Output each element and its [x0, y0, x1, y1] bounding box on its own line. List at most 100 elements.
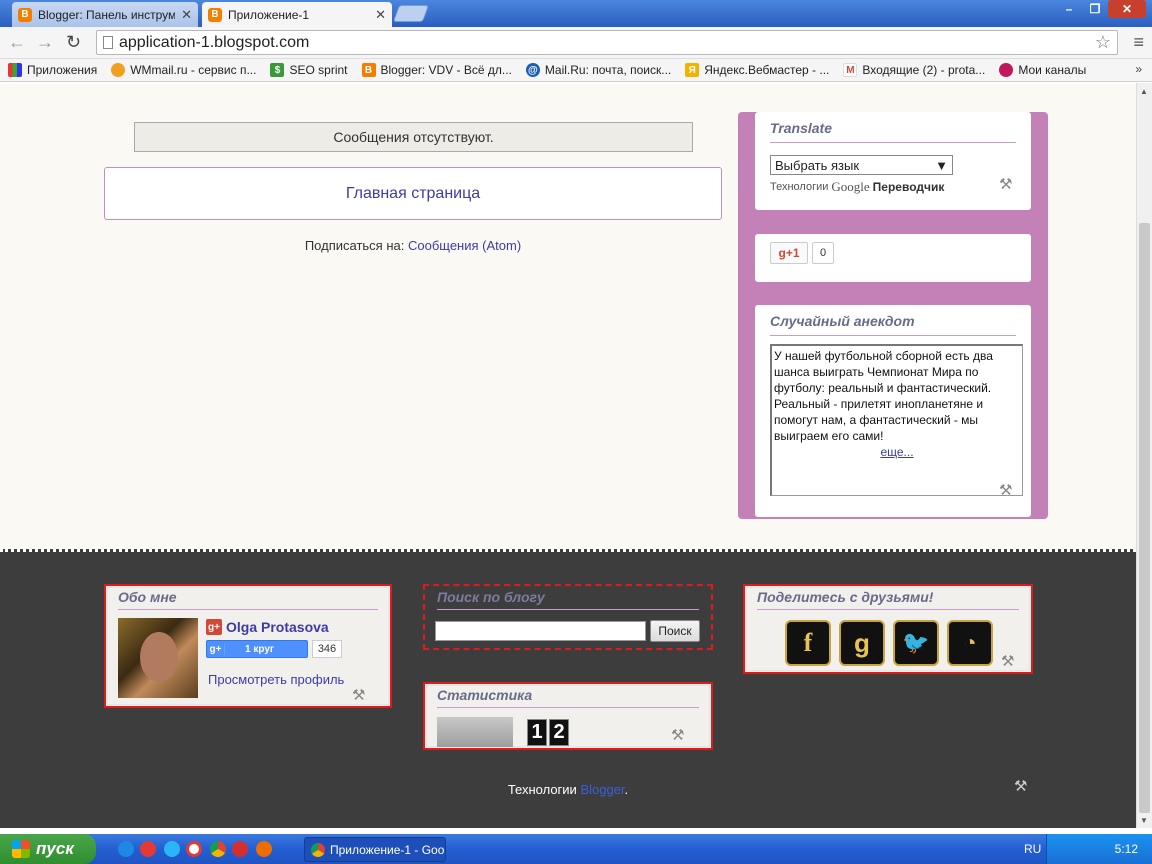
- chrome-icon: [311, 842, 325, 857]
- close-tab-icon[interactable]: ✕: [375, 7, 386, 23]
- language-select-value: Выбрать язык: [775, 157, 860, 173]
- facebook-icon[interactable]: f: [785, 620, 831, 666]
- seo-sprint-icon: $: [270, 63, 285, 77]
- add-to-circles-button[interactable]: g+ 1 круг: [206, 640, 308, 658]
- forward-icon[interactable]: →: [36, 32, 54, 53]
- powered-by-line: Технологии Blogger.: [0, 782, 1136, 797]
- atom-feed-link[interactable]: Сообщения (Atom): [408, 238, 521, 253]
- chrome-icon[interactable]: [210, 841, 226, 857]
- tab-blogger-dashboard[interactable]: B Blogger: Панель инструмен ✕: [12, 2, 198, 27]
- bookmark-star-icon[interactable]: ☆: [1095, 32, 1111, 53]
- browser-quicklaunch-icon[interactable]: [140, 841, 156, 857]
- bookmark-label: Мои каналы: [1018, 63, 1087, 77]
- powered-by-suffix: .: [624, 782, 629, 797]
- bookmarks-bar: Приложения WMmail.ru - сервис п... $ SEO…: [0, 59, 1152, 82]
- bookmark-blogger-vdv[interactable]: B Blogger: VDV - Всё дл...: [361, 63, 512, 77]
- page-viewport: Сообщения отсутствуют. Главная страница …: [0, 83, 1136, 828]
- opera-icon[interactable]: [232, 841, 248, 857]
- google-icon[interactable]: g: [839, 620, 885, 666]
- share-widget: Поделитесь с друзьями! f g 🐦 ◔ ⚒: [743, 584, 1033, 674]
- start-button[interactable]: пуск: [0, 834, 96, 864]
- bookmark-mailru[interactable]: @ Mail.Ru: почта, поиск...: [525, 63, 672, 77]
- reload-icon[interactable]: ↻: [66, 32, 81, 53]
- page-scrollbar[interactable]: ▲ ▼: [1136, 83, 1152, 828]
- taskbar-window-button[interactable]: Приложение-1 - Goo...: [304, 837, 446, 862]
- footer: Обо мне g+ Olga Protasova g+ 1 круг 346 …: [0, 549, 1136, 828]
- edit-wrench-icon[interactable]: ⚒: [999, 175, 1012, 193]
- mailru-icon: @: [525, 63, 540, 77]
- bookmark-apps[interactable]: Приложения: [8, 63, 97, 77]
- apps-grid-icon: [8, 63, 22, 77]
- powered-by-prefix: Технологии: [507, 782, 577, 797]
- yandex-browser-icon[interactable]: [186, 841, 202, 857]
- tab-title: Blogger: Панель инструмен: [38, 7, 176, 22]
- address-url: application-1.blogspot.com: [119, 33, 310, 51]
- view-profile-link[interactable]: Просмотреть профиль: [208, 672, 344, 687]
- home-page-link[interactable]: Главная страница: [346, 185, 480, 203]
- about-me-widget: Обо мне g+ Olga Protasova g+ 1 круг 346 …: [104, 584, 392, 708]
- translate-widget: Translate Выбрать язык ▼ Технологии Goog…: [755, 112, 1031, 210]
- counter-digit: 2: [549, 719, 569, 746]
- minimize-icon[interactable]: –: [1056, 0, 1082, 18]
- gplus-widget: g+1 0: [755, 234, 1031, 282]
- back-icon[interactable]: ←: [8, 32, 26, 53]
- close-tab-icon[interactable]: ✕: [181, 7, 192, 23]
- input-language[interactable]: RU: [1024, 842, 1041, 856]
- page-icon: [103, 36, 113, 49]
- address-bar[interactable]: application-1.blogspot.com ☆: [96, 30, 1118, 55]
- bookmark-wmmail[interactable]: WMmail.ru - сервис п...: [111, 63, 256, 77]
- internet-explorer-icon[interactable]: [118, 841, 134, 857]
- edit-wrench-icon[interactable]: ⚒: [999, 481, 1012, 499]
- new-tab-button[interactable]: [392, 5, 430, 22]
- skype-icon[interactable]: [164, 841, 180, 857]
- subscribe-line: Подписаться на: Сообщения (Atom): [104, 238, 722, 253]
- bookmark-seo-sprint[interactable]: $ SEO sprint: [270, 63, 348, 77]
- edit-wrench-icon[interactable]: ⚒: [352, 686, 365, 704]
- language-select[interactable]: Выбрать язык ▼: [770, 155, 953, 175]
- scroll-thumb[interactable]: [1139, 223, 1150, 813]
- windows-taskbar: пуск Приложение-1 - Goo... RU 5:12: [0, 834, 1152, 864]
- sidebar: Translate Выбрать язык ▼ Технологии Goog…: [738, 112, 1048, 519]
- edit-wrench-icon[interactable]: ⚒: [1014, 777, 1027, 795]
- maximize-icon[interactable]: ❐: [1082, 0, 1108, 18]
- widget-title: Случайный анекдот: [770, 313, 1016, 336]
- bookmark-my-channels[interactable]: Мои каналы: [999, 63, 1086, 77]
- edit-wrench-icon[interactable]: ⚒: [1001, 652, 1014, 670]
- dropdown-arrow-icon: ▼: [935, 157, 948, 173]
- system-tray: 5:12: [1046, 834, 1152, 864]
- bookmark-label: Входящие (2) - prota...: [862, 63, 986, 77]
- avatar[interactable]: [118, 618, 198, 698]
- joke-text: У нашей футбольной сборной есть два шанс…: [774, 349, 993, 443]
- channels-icon: [999, 63, 1014, 77]
- close-window-icon[interactable]: ✕: [1108, 0, 1146, 18]
- bookmark-yandex-webmaster[interactable]: Я Яндекс.Вебмастер - ...: [685, 63, 829, 77]
- menu-icon[interactable]: ≡: [1133, 32, 1144, 53]
- more-bookmarks-icon[interactable]: »: [1135, 62, 1142, 76]
- circle-count: 346: [312, 640, 342, 658]
- scroll-up-icon[interactable]: ▲: [1140, 87, 1148, 96]
- edit-wrench-icon[interactable]: ⚒: [671, 726, 684, 744]
- bookmark-gmail-inbox[interactable]: M Входящие (2) - prota...: [843, 63, 985, 77]
- rss-icon[interactable]: ◔: [947, 620, 993, 666]
- firefox-icon[interactable]: [256, 841, 272, 857]
- clock[interactable]: 5:12: [1115, 842, 1138, 856]
- blogger-icon: B: [361, 63, 376, 77]
- google-logo[interactable]: Google: [831, 179, 869, 195]
- stats-sparkline: [437, 717, 513, 747]
- subscribe-label: Подписаться на:: [304, 238, 405, 253]
- search-button[interactable]: Поиск: [650, 620, 700, 642]
- search-input[interactable]: [435, 621, 646, 641]
- windows-logo-icon: [12, 840, 30, 858]
- random-joke-widget: Случайный анекдот У нашей футбольной сбо…: [755, 305, 1031, 517]
- bookmark-label: Яндекс.Вебмастер - ...: [704, 63, 830, 77]
- gplus-one-button[interactable]: g+1: [770, 242, 808, 264]
- counter-digit: 1: [527, 719, 547, 746]
- tab-application-1[interactable]: B Приложение-1 ✕: [202, 2, 392, 27]
- joke-more-link[interactable]: еще...: [880, 445, 913, 459]
- blogger-link[interactable]: Blogger: [580, 782, 624, 797]
- bookmark-label: Mail.Ru: почта, поиск...: [544, 63, 672, 77]
- profile-name[interactable]: Olga Protasova: [226, 619, 329, 635]
- no-posts-message: Сообщения отсутствуют.: [134, 122, 693, 152]
- scroll-down-icon[interactable]: ▼: [1140, 816, 1148, 825]
- twitter-icon[interactable]: 🐦: [893, 620, 939, 666]
